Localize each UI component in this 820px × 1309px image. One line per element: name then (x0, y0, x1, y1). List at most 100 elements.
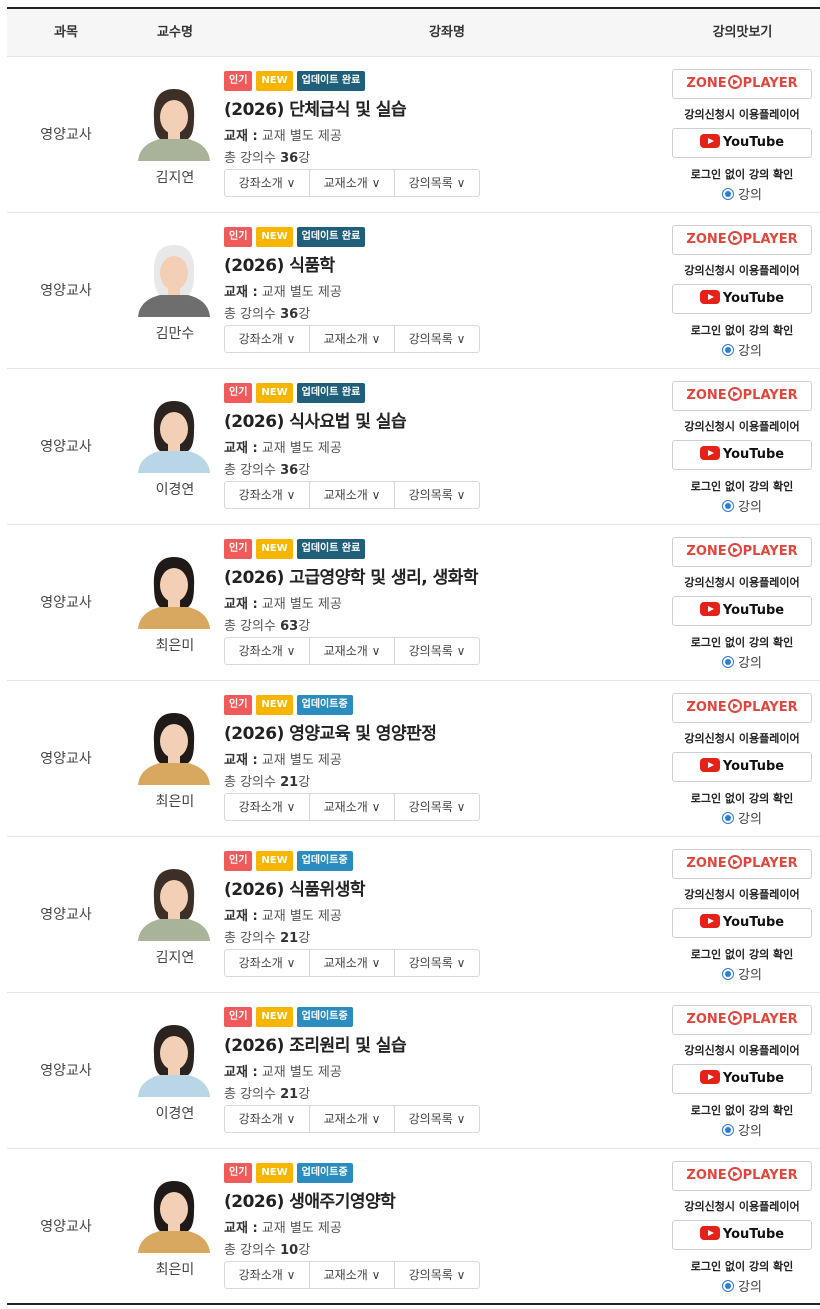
lecture-list-button[interactable]: 강의목록 ∨ (395, 1106, 479, 1132)
table-body: 영양교사 김지연 인기 NEW 업데이트 완료 (2026) 단체급식 및 실습… (7, 57, 820, 1305)
youtube-button[interactable]: YouTube (672, 1064, 812, 1094)
textbook-label: 교재 : (224, 753, 258, 768)
radio-label: 강의 (738, 500, 762, 515)
preview-cell: ZONE PLAYER 강의신청시 이용플레이어 YouTube 로그인 없이 강… (672, 693, 812, 827)
lecture-count-prefix: 총 강의수 (224, 151, 276, 166)
lecture-list-button[interactable]: 강의목록 ∨ (395, 1262, 479, 1288)
update-status-badge: 업데이트중 (296, 851, 353, 871)
table-row: 영양교사 최은미 인기 NEW 업데이트중 (2026) 생애주기영양학 교재 … (7, 1149, 820, 1305)
table-row: 영양교사 최은미 인기 NEW 업데이트 완료 (2026) 고급영양학 및 생… (7, 525, 820, 681)
lecture-count: 총 강의수 21강 (224, 1083, 494, 1102)
lecture-count-suffix: 강 (298, 151, 311, 166)
subject-cell: 영양교사 (40, 1063, 92, 1079)
lecture-list-button[interactable]: 강의목록 ∨ (395, 638, 479, 664)
course-intro-button[interactable]: 강좌소개 ∨ (225, 1106, 310, 1132)
course-title[interactable]: (2026) 단체급식 및 실습 (224, 95, 494, 120)
course-title[interactable]: (2026) 식품학 (224, 251, 494, 276)
professor-name: 이경연 (155, 1106, 195, 1122)
lecture-radio[interactable]: 강의 (672, 964, 812, 983)
lecture-radio[interactable]: 강의 (672, 1120, 812, 1139)
course-intro-button[interactable]: 강좌소개 ∨ (225, 326, 310, 352)
badge-group: 인기 NEW 업데이트중 (224, 1007, 494, 1027)
zoneplayer-button[interactable]: ZONE PLAYER (672, 693, 812, 723)
textbook-intro-button[interactable]: 교재소개 ∨ (310, 1262, 395, 1288)
youtube-button[interactable]: YouTube (672, 596, 812, 626)
professor-avatar-icon (134, 1173, 214, 1253)
lecture-count-prefix: 총 강의수 (224, 307, 276, 322)
zoneplayer-button[interactable]: ZONE PLAYER (672, 69, 812, 99)
textbook-info: 교재 : 교재 별도 제공 (224, 437, 494, 456)
lecture-list-button[interactable]: 강의목록 ∨ (395, 482, 479, 508)
professor-avatar-icon (134, 861, 214, 941)
professor-photo (134, 1017, 214, 1097)
update-status-badge: 업데이트 완료 (296, 539, 366, 559)
professor-name: 최은미 (155, 638, 195, 654)
course-title[interactable]: (2026) 영양교육 및 영양판정 (224, 719, 494, 744)
lecture-radio[interactable]: 강의 (672, 340, 812, 359)
zoneplayer-button[interactable]: ZONE PLAYER (672, 225, 812, 255)
course-title[interactable]: (2026) 조리원리 및 실습 (224, 1031, 494, 1056)
table-row: 영양교사 김지연 인기 NEW 업데이트중 (2026) 식품위생학 교재 : … (7, 837, 820, 993)
lecture-count-suffix: 강 (298, 931, 311, 946)
textbook-intro-button[interactable]: 교재소개 ∨ (310, 1106, 395, 1132)
youtube-button[interactable]: YouTube (672, 284, 812, 314)
update-status-badge: 업데이트중 (296, 1163, 353, 1183)
course-title[interactable]: (2026) 식사요법 및 실습 (224, 407, 494, 432)
lecture-list-button[interactable]: 강의목록 ∨ (395, 170, 479, 196)
textbook-intro-button[interactable]: 교재소개 ∨ (310, 482, 395, 508)
lecture-count-value: 21 (280, 775, 299, 790)
lecture-count-value: 36 (280, 307, 299, 322)
new-badge: NEW (256, 71, 293, 91)
textbook-intro-button[interactable]: 교재소개 ∨ (310, 638, 395, 664)
course-title[interactable]: (2026) 고급영양학 및 생리, 생화학 (224, 563, 494, 588)
course-intro-button[interactable]: 강좌소개 ∨ (225, 170, 310, 196)
youtube-icon (699, 758, 720, 772)
course-title[interactable]: (2026) 생애주기영양학 (224, 1187, 494, 1212)
zone-text: ZONE (686, 544, 727, 559)
course-intro-button[interactable]: 강좌소개 ∨ (225, 638, 310, 664)
lecture-radio[interactable]: 강의 (672, 808, 812, 827)
radio-selected-icon (722, 656, 735, 668)
youtube-button[interactable]: YouTube (672, 908, 812, 938)
zoneplayer-button[interactable]: ZONE PLAYER (672, 1161, 812, 1191)
zoneplayer-button[interactable]: ZONE PLAYER (672, 1005, 812, 1035)
professor-photo (134, 237, 214, 317)
update-status-badge: 업데이트 완료 (296, 71, 366, 91)
course-intro-button[interactable]: 강좌소개 ∨ (225, 794, 310, 820)
course-info: 인기 NEW 업데이트중 (2026) 영양교육 및 영양판정 교재 : 교재 … (224, 695, 494, 821)
lecture-radio[interactable]: 강의 (672, 496, 812, 515)
youtube-button[interactable]: YouTube (672, 752, 812, 782)
lecture-radio[interactable]: 강의 (672, 184, 812, 203)
player-note: 강의신청시 이용플레이어 (684, 264, 800, 277)
textbook-intro-button[interactable]: 교재소개 ∨ (310, 794, 395, 820)
popular-badge: 인기 (224, 1007, 253, 1027)
lecture-radio[interactable]: 강의 (672, 652, 812, 671)
radio-selected-icon (722, 1280, 735, 1292)
update-status-badge: 업데이트중 (296, 695, 353, 715)
youtube-label: YouTube (722, 135, 785, 150)
course-intro-button[interactable]: 강좌소개 ∨ (225, 1262, 310, 1288)
zoneplayer-button[interactable]: ZONE PLAYER (672, 381, 812, 411)
textbook-intro-button[interactable]: 교재소개 ∨ (310, 170, 395, 196)
lecture-list-button[interactable]: 강의목록 ∨ (395, 326, 479, 352)
youtube-button[interactable]: YouTube (672, 128, 812, 158)
course-intro-button[interactable]: 강좌소개 ∨ (225, 482, 310, 508)
youtube-button[interactable]: YouTube (672, 1220, 812, 1250)
player-text: PLAYER (742, 1168, 798, 1183)
lecture-list-button[interactable]: 강의목록 ∨ (395, 950, 479, 976)
lecture-radio[interactable]: 강의 (672, 1276, 812, 1295)
zoneplayer-button[interactable]: ZONE PLAYER (672, 537, 812, 567)
textbook-intro-button[interactable]: 교재소개 ∨ (310, 326, 395, 352)
preview-cell: ZONE PLAYER 강의신청시 이용플레이어 YouTube 로그인 없이 강… (672, 225, 812, 359)
course-title[interactable]: (2026) 식품위생학 (224, 875, 494, 900)
lecture-list-button[interactable]: 강의목록 ∨ (395, 794, 479, 820)
textbook-intro-button[interactable]: 교재소개 ∨ (310, 950, 395, 976)
course-intro-button[interactable]: 강좌소개 ∨ (225, 950, 310, 976)
badge-group: 인기 NEW 업데이트중 (224, 851, 494, 871)
table-row: 영양교사 이경연 인기 NEW 업데이트중 (2026) 조리원리 및 실습 교… (7, 993, 820, 1149)
zoneplayer-button[interactable]: ZONE PLAYER (672, 849, 812, 879)
youtube-button[interactable]: YouTube (672, 440, 812, 470)
professor-avatar-icon (134, 1017, 214, 1097)
lecture-count-suffix: 강 (298, 1087, 311, 1102)
popular-badge: 인기 (224, 1163, 253, 1183)
